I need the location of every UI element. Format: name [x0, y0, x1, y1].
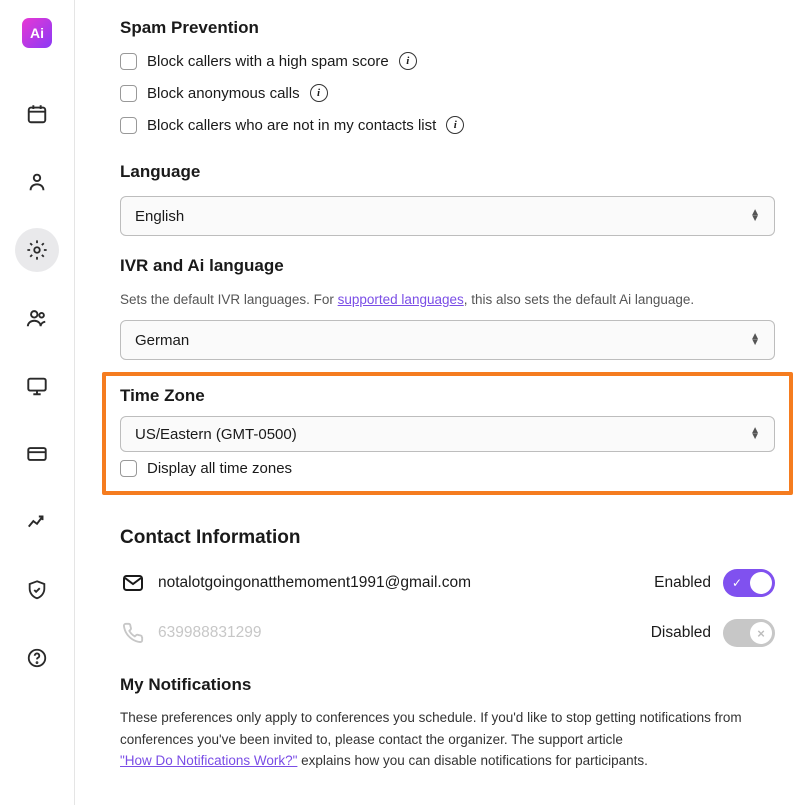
- calendar-icon: [26, 103, 48, 125]
- user-icon: [26, 171, 48, 193]
- timezone-value: US/Eastern (GMT-0500): [135, 426, 297, 443]
- sidebar-item-display[interactable]: [15, 364, 59, 408]
- notifications-header: My Notifications: [120, 675, 775, 695]
- spam-option-3-label: Block callers who are not in my contacts…: [147, 117, 436, 134]
- x-icon: ×: [757, 626, 765, 641]
- sidebar-item-user[interactable]: [15, 160, 59, 204]
- notifications-support-link[interactable]: "How Do Notifications Work?": [120, 753, 297, 768]
- sidebar-item-settings[interactable]: [15, 228, 59, 272]
- phone-status-label: Disabled: [651, 624, 711, 642]
- checkbox-anonymous[interactable]: [120, 85, 137, 102]
- spam-option-3: Block callers who are not in my contacts…: [120, 116, 775, 134]
- phone-icon: [120, 620, 146, 646]
- sidebar-item-billing[interactable]: [15, 432, 59, 476]
- contact-header: Contact Information: [120, 527, 775, 549]
- checkbox-display-all-timezones[interactable]: [120, 460, 137, 477]
- contact-phone-row: 639988831299 Disabled ×: [120, 619, 775, 647]
- contact-email-value: notalotgoingonatthemoment1991@gmail.com: [158, 574, 471, 592]
- app-logo[interactable]: Ai: [22, 18, 52, 48]
- spam-header: Spam Prevention: [120, 18, 775, 38]
- mail-icon: [120, 570, 146, 596]
- spam-option-2: Block anonymous calls i: [120, 84, 775, 102]
- check-icon: ✓: [732, 576, 742, 590]
- sidebar-item-security[interactable]: [15, 568, 59, 612]
- spam-option-1: Block callers with a high spam score i: [120, 52, 775, 70]
- select-arrows-icon: ▲▼: [750, 428, 760, 440]
- monitor-icon: [26, 375, 48, 397]
- users-icon: [26, 307, 48, 329]
- help-icon: [26, 647, 48, 669]
- email-status-label: Enabled: [654, 574, 711, 592]
- contact-email-row: notalotgoingonatthemoment1991@gmail.com …: [120, 569, 775, 597]
- ivr-language-select[interactable]: German ▲▼: [120, 320, 775, 360]
- timezone-select[interactable]: US/Eastern (GMT-0500) ▲▼: [120, 416, 775, 452]
- checkbox-contacts-only[interactable]: [120, 117, 137, 134]
- info-icon[interactable]: i: [446, 116, 464, 134]
- card-icon: [26, 443, 48, 465]
- gear-icon: [26, 239, 48, 261]
- sidebar-item-help[interactable]: [15, 636, 59, 680]
- language-select[interactable]: English ▲▼: [120, 196, 775, 236]
- select-arrows-icon: ▲▼: [750, 210, 760, 222]
- language-value: English: [135, 208, 184, 225]
- info-icon[interactable]: i: [399, 52, 417, 70]
- notifications-description: These preferences only apply to conferen…: [120, 707, 775, 772]
- trend-icon: [26, 511, 48, 533]
- spam-option-1-label: Block callers with a high spam score: [147, 53, 389, 70]
- language-header: Language: [120, 162, 775, 182]
- ivr-language-value: German: [135, 332, 189, 349]
- timezone-display-all-row: Display all time zones: [120, 460, 775, 477]
- checkbox-spam-score[interactable]: [120, 53, 137, 70]
- contact-phone-value: 639988831299: [158, 624, 261, 642]
- info-icon[interactable]: i: [310, 84, 328, 102]
- sidebar-item-team[interactable]: [15, 296, 59, 340]
- select-arrows-icon: ▲▼: [750, 334, 760, 346]
- sidebar-item-calendar[interactable]: [15, 92, 59, 136]
- spam-option-2-label: Block anonymous calls: [147, 85, 300, 102]
- shield-icon: [26, 579, 48, 601]
- timezone-checkbox-label: Display all time zones: [147, 460, 292, 477]
- ivr-description: Sets the default IVR languages. For supp…: [120, 290, 775, 310]
- main-content: Spam Prevention Block callers with a hig…: [75, 0, 810, 805]
- sidebar-item-analytics[interactable]: [15, 500, 59, 544]
- timezone-header: Time Zone: [120, 386, 775, 406]
- timezone-highlight: Time Zone US/Eastern (GMT-0500) ▲▼ Displ…: [102, 372, 793, 495]
- ivr-header: IVR and Ai language: [120, 256, 775, 276]
- supported-languages-link[interactable]: supported languages: [338, 292, 464, 307]
- email-toggle[interactable]: ✓: [723, 569, 775, 597]
- sidebar: Ai: [0, 0, 75, 805]
- phone-toggle[interactable]: ×: [723, 619, 775, 647]
